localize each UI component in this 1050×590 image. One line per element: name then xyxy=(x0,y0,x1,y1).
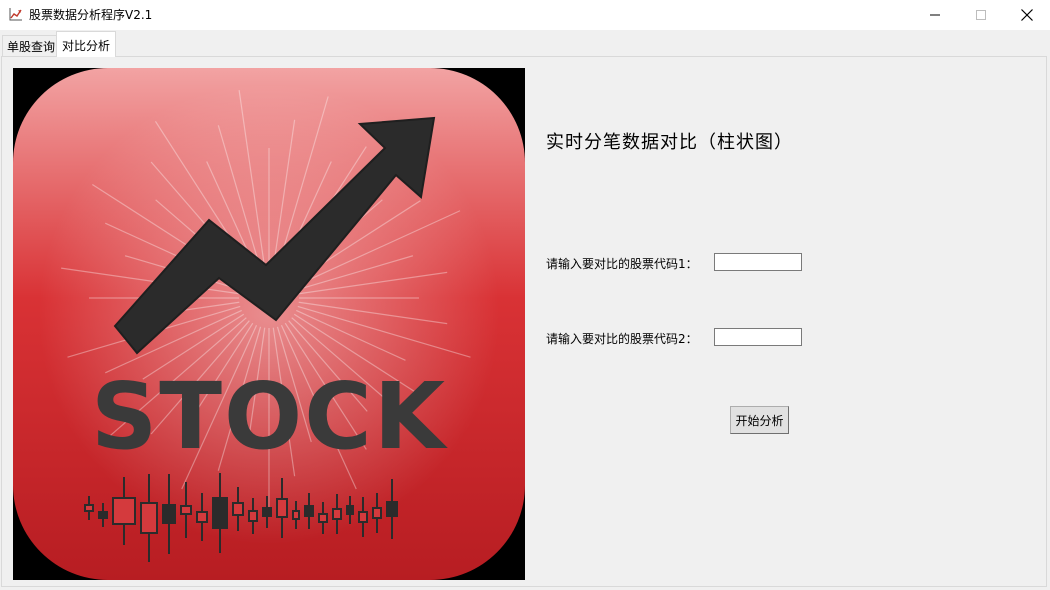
minimize-button[interactable] xyxy=(912,0,958,30)
stock-logo-text: STOCK xyxy=(91,363,449,470)
stock-code-2-input[interactable] xyxy=(714,328,802,346)
title-bar: 股票数据分析程序V2.1 xyxy=(0,0,1050,30)
start-analysis-button[interactable]: 开始分析 xyxy=(730,406,789,434)
tab-single-stock[interactable]: 单股查询 xyxy=(2,35,57,56)
tab-compare-analysis[interactable]: 对比分析 xyxy=(56,31,116,57)
chart-up-icon xyxy=(9,8,22,21)
maximize-icon xyxy=(976,10,986,20)
window-title: 股票数据分析程序V2.1 xyxy=(29,8,153,22)
close-button[interactable] xyxy=(1004,0,1050,30)
stock-logo: STOCK xyxy=(13,68,525,580)
stock-code-2-label: 请输入要对比的股票代码2： xyxy=(546,332,698,346)
close-icon xyxy=(1021,9,1033,21)
panel-heading: 实时分笔数据对比（柱状图） xyxy=(546,132,793,153)
stock-code-1-label: 请输入要对比的股票代码1： xyxy=(546,257,698,271)
stock-code-1-input[interactable] xyxy=(714,253,802,271)
maximize-button[interactable] xyxy=(958,0,1004,30)
minimize-icon xyxy=(930,14,940,16)
tab-bar xyxy=(0,30,1050,56)
